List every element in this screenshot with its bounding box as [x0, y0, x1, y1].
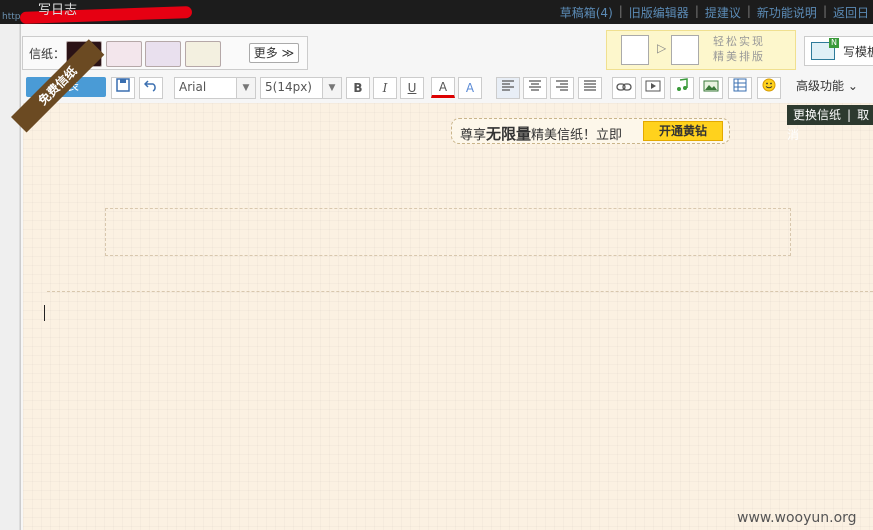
font-size-value: 5(14px): [265, 80, 312, 94]
music-button[interactable]: [670, 77, 694, 99]
arrow-icon: ▷: [657, 41, 667, 55]
change-stationery-link[interactable]: 更换信纸: [793, 108, 841, 122]
template-label: 写模板: [843, 45, 873, 59]
separator: |: [822, 4, 827, 18]
stationery-paper[interactable]: 免费信纸 尊享无限量精美信纸！立即 开通黄钻 更换信纸 | 取消: [11, 39, 873, 530]
link-icon: [616, 83, 632, 91]
undo-button[interactable]: [139, 77, 163, 99]
smiley-icon: [762, 78, 776, 92]
table-icon: [733, 78, 747, 92]
font-size-select[interactable]: 5(14px) ▼: [260, 77, 342, 99]
top-links: 草稿箱(4) | 旧版编辑器 | 提建议 | 新功能说明 | 返回日: [560, 4, 869, 21]
insert-table-button[interactable]: [728, 77, 752, 99]
video-icon: [645, 80, 661, 92]
vip-promo: 尊享无限量精美信纸！立即 开通黄钻: [451, 118, 730, 144]
text-caret: [44, 305, 45, 321]
more-stationery-button[interactable]: 更多 ≫: [249, 43, 299, 63]
align-left-button[interactable]: [496, 77, 520, 99]
stationery-thumb-girl-pink[interactable]: [106, 41, 142, 67]
document-icon: [621, 35, 649, 65]
separator: |: [618, 4, 623, 18]
justify-button[interactable]: [578, 77, 602, 99]
separator: |: [847, 108, 852, 122]
underline-button[interactable]: U: [400, 77, 424, 99]
old-editor-link[interactable]: 旧版编辑器: [629, 4, 689, 21]
italic-button[interactable]: I: [373, 77, 397, 99]
link-button[interactable]: [612, 77, 636, 99]
align-right-button[interactable]: [550, 77, 574, 99]
align-left-icon: [502, 80, 514, 91]
advanced-features-menu[interactable]: 高级功能 ⌄: [796, 77, 858, 94]
promo-text-line1: 轻松实现: [713, 35, 765, 48]
font-color-button[interactable]: A: [431, 77, 455, 98]
stationery-thumb-flower[interactable]: [185, 41, 221, 67]
stationery-actions: 更换信纸 | 取消: [787, 105, 873, 142]
back-link[interactable]: 返回日: [833, 4, 869, 21]
content-divider: [47, 291, 873, 292]
new-features-link[interactable]: 新功能说明: [757, 4, 817, 21]
top-bar: 写日志 http 草稿箱(4) | 旧版编辑器 | 提建议 | 新功能说明 | …: [0, 0, 873, 24]
stationery-thumb-girl-purple[interactable]: [145, 41, 181, 67]
justify-icon: [584, 80, 596, 91]
title-input-area[interactable]: [105, 208, 791, 256]
drafts-link[interactable]: 草稿箱(4): [560, 4, 613, 21]
emoji-button[interactable]: [757, 77, 781, 99]
promo-text-line2: 精美排版: [713, 50, 765, 63]
feedback-link[interactable]: 提建议: [705, 4, 741, 21]
align-center-icon: [529, 80, 541, 91]
chevron-down-icon: ▼: [236, 78, 255, 98]
background-color-button[interactable]: A: [458, 77, 482, 99]
promo-text: 轻松实现 精美排版: [713, 34, 765, 64]
music-icon: [677, 78, 688, 91]
image-icon: [703, 80, 719, 92]
undo-icon: [143, 80, 156, 92]
layout-promo-banner[interactable]: ▷ 轻松实现 精美排版: [606, 30, 796, 70]
vip-promo-text: 尊享无限量精美信纸！立即: [460, 125, 623, 143]
font-family-select[interactable]: Arial ▼: [174, 77, 256, 99]
url-fragment: http: [2, 12, 21, 22]
watermark: www.wooyun.org: [737, 510, 857, 526]
chevron-down-icon: ▼: [322, 78, 341, 98]
font-family-value: Arial: [179, 80, 207, 94]
image-button[interactable]: [699, 77, 723, 99]
align-center-button[interactable]: [523, 77, 547, 99]
save-button[interactable]: [111, 77, 135, 99]
bold-button[interactable]: B: [346, 77, 370, 99]
page-title: 写日志: [38, 3, 78, 18]
new-badge: N: [829, 38, 839, 48]
write-template-button[interactable]: N 写模板: [804, 36, 873, 66]
left-gutter: [0, 24, 20, 530]
align-right-icon: [556, 80, 568, 91]
open-yellow-diamond-button[interactable]: 开通黄钻: [643, 121, 723, 141]
separator: |: [746, 4, 751, 18]
separator: |: [694, 4, 699, 18]
formatted-document-icon: [671, 35, 699, 65]
save-icon: [116, 78, 130, 92]
video-button[interactable]: [641, 77, 665, 99]
stationery-label: 信纸：: [29, 47, 66, 61]
editor-toolbar: 发表 Arial ▼ 5(14px) ▼ B I U A A: [22, 74, 873, 102]
